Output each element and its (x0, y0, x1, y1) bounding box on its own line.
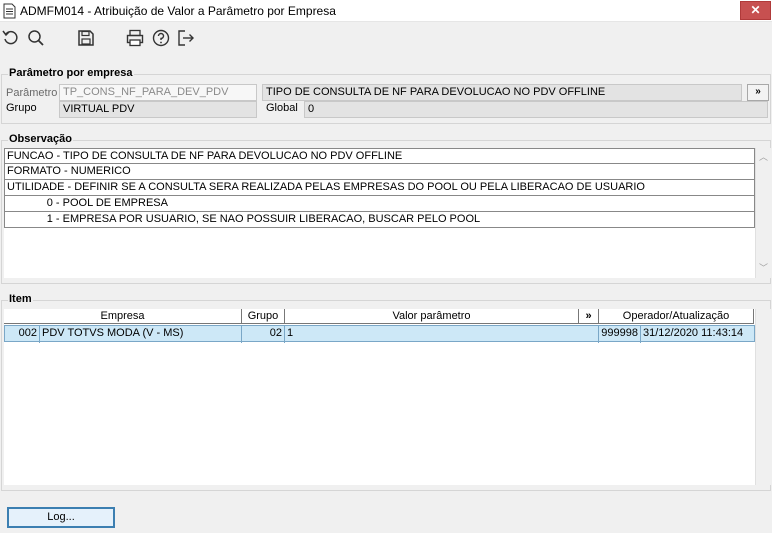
global-label: Global (266, 102, 298, 114)
close-button[interactable]: ✕ (740, 1, 771, 20)
cell-atualizacao: 31/12/2020 11:43:14 (643, 327, 744, 339)
cell-grupo: 02 (242, 326, 285, 343)
search-icon[interactable] (26, 28, 46, 48)
window-title: ADMFM014 - Atribuição de Valor a Parâmet… (20, 4, 336, 18)
observacao-line: 1 - EMPRESA POR USUARIO, SE NAO POSSUIR … (4, 212, 755, 228)
help-icon[interactable] (151, 28, 171, 48)
observacao-group-title: Observação (8, 133, 73, 145)
refresh-icon[interactable] (1, 28, 21, 48)
cell-empresa-code: 002 (5, 326, 40, 343)
observacao-line: FORMATO - NUMERICO (4, 164, 755, 180)
parametro-more-button[interactable]: » (747, 84, 769, 101)
column-header-valor[interactable]: Valor parâmetro (285, 309, 579, 324)
table-row[interactable]: 002 PDV TOTVS MODA (V - MS) 02 1 999998 … (4, 325, 755, 343)
cell-empresa-name: PDV TOTVS MODA (V - MS) (40, 326, 242, 343)
print-icon[interactable] (125, 28, 145, 48)
grupo-field: VIRTUAL PDV (59, 101, 257, 118)
parametro-label: Parâmetro (6, 87, 58, 99)
item-table: Empresa Grupo Valor parâmetro » Operador… (4, 309, 755, 485)
toolbar (0, 23, 772, 53)
observacao-scrollbar[interactable]: ︿ ﹀ (755, 148, 771, 278)
parametro-field[interactable]: TP_CONS_NF_PARA_DEV_PDV (59, 84, 257, 101)
save-icon[interactable] (76, 28, 96, 48)
observacao-line: 0 - POOL DE EMPRESA (4, 196, 755, 212)
exit-icon[interactable] (176, 28, 196, 48)
cell-operador: 999998 (599, 326, 641, 343)
scroll-down-icon[interactable]: ﹀ (759, 264, 768, 273)
observacao-line: UTILIDADE - DEFINIR SE A CONSULTA SERA R… (4, 180, 755, 196)
column-header-empresa[interactable]: Empresa (4, 309, 242, 324)
scroll-up-icon[interactable]: ︿ (759, 153, 768, 162)
cell-valor[interactable]: 1 (285, 326, 599, 343)
item-scrollbar[interactable] (755, 309, 771, 485)
column-header-grupo[interactable]: Grupo (242, 309, 285, 324)
column-header-more-button[interactable]: » (579, 309, 599, 324)
observacao-line: FUNCAO - TIPO DE CONSULTA DE NF PARA DEV… (4, 148, 755, 164)
log-button[interactable]: Log... (7, 507, 115, 528)
title-bar: ADMFM014 - Atribuição de Valor a Parâmet… (0, 0, 772, 22)
grupo-label: Grupo (6, 102, 37, 114)
item-group-title: Item (8, 293, 33, 305)
global-field: 0 (304, 101, 768, 118)
parametro-description-field: TIPO DE CONSULTA DE NF PARA DEVOLUCAO NO… (262, 84, 742, 101)
column-header-operador[interactable]: Operador/Atualização (599, 309, 754, 324)
document-icon (3, 3, 16, 19)
param-group-title: Parâmetro por empresa (8, 67, 134, 79)
